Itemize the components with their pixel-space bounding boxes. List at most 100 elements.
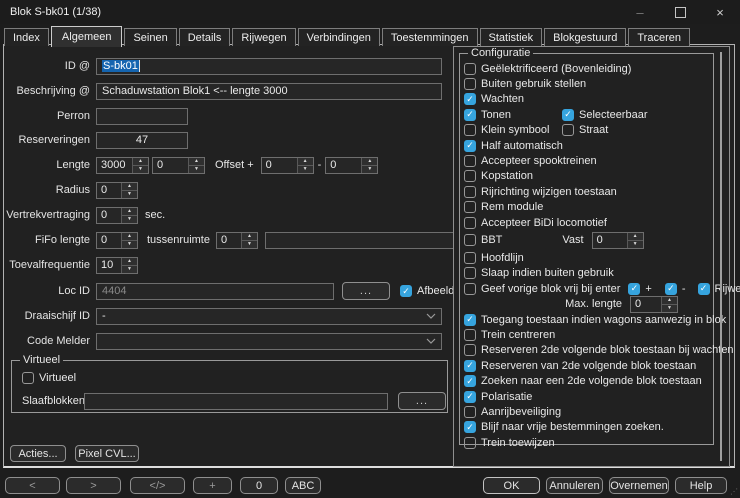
spin-down-icon[interactable] [362, 166, 377, 173]
pixel-cvl-button[interactable]: Pixel CVL... [75, 445, 139, 462]
vast-spinner[interactable]: 0 [592, 232, 644, 249]
tonen-checkbox[interactable] [464, 109, 476, 121]
spin-up-icon[interactable] [122, 183, 137, 191]
enter-minus-checkbox[interactable] [665, 283, 677, 295]
offset-min-spinner[interactable]: 0 [325, 157, 378, 174]
nav-next-button[interactable]: > [66, 477, 121, 494]
spin-up-icon[interactable] [122, 208, 137, 216]
spin-down-icon[interactable] [189, 166, 204, 173]
slaafblokken-browse-button[interactable]: ... [398, 392, 446, 410]
aanrijbeveiliging-checkbox[interactable] [464, 406, 476, 418]
nav-abc-button[interactable]: ABC [285, 477, 321, 494]
bidi-checkbox[interactable] [464, 217, 476, 229]
tab-blokgestuurd[interactable]: Blokgestuurd [544, 28, 626, 46]
spin-up-icon[interactable] [133, 158, 148, 166]
spin-up-icon[interactable] [662, 297, 677, 305]
lengte-spinner[interactable]: 3000 [96, 157, 149, 174]
buiten-gebruik-checkbox[interactable] [464, 78, 476, 90]
spin-up-icon[interactable] [628, 233, 643, 241]
enter-rijweg-checkbox[interactable] [698, 283, 710, 295]
spin-down-icon[interactable] [122, 241, 137, 248]
geef-vorige-blok-checkbox[interactable] [464, 283, 476, 295]
spin-down-icon[interactable] [122, 216, 137, 223]
reserveren-2de-wachten-checkbox[interactable] [464, 344, 476, 356]
tab-verbindingen[interactable]: Verbindingen [298, 28, 380, 46]
lengte2-spinner[interactable]: 0 [152, 157, 205, 174]
selecteerbaar-checkbox[interactable] [562, 109, 574, 121]
ok-button[interactable]: OK [483, 477, 540, 494]
fifo-spinner[interactable]: 0 [96, 232, 138, 249]
spin-down-icon[interactable] [298, 166, 313, 173]
nav-zero-button[interactable]: 0 [240, 477, 278, 494]
spin-down-icon[interactable] [122, 191, 137, 198]
tab-seinen[interactable]: Seinen [124, 28, 176, 46]
nav-prev-button[interactable]: < [5, 477, 60, 494]
spin-down-icon[interactable] [662, 305, 677, 312]
spin-down-icon[interactable] [133, 166, 148, 173]
straat-checkbox[interactable] [562, 124, 574, 136]
acties-button[interactable]: Acties... [10, 445, 66, 462]
tab-details[interactable]: Details [179, 28, 231, 46]
beschrijving-input[interactable]: Schaduwstation Blok1 <-- lengte 3000 [96, 83, 442, 100]
tab-toestemmingen[interactable]: Toestemmingen [382, 28, 478, 46]
overnemen-button[interactable]: Overnemen [609, 477, 669, 494]
offset-plus-spinner[interactable]: 0 [261, 157, 314, 174]
half-automatisch-checkbox[interactable] [464, 140, 476, 152]
blijf-zoeken-checkbox[interactable] [464, 421, 476, 433]
code-melder-select[interactable] [96, 333, 442, 350]
spin-down-icon[interactable] [122, 266, 137, 273]
slaap-checkbox[interactable] [464, 267, 476, 279]
help-button[interactable]: Help [675, 477, 727, 494]
wachten-checkbox[interactable] [464, 93, 476, 105]
hoofdlijn-checkbox[interactable] [464, 252, 476, 264]
perron-input[interactable] [96, 108, 188, 125]
radius-spinner[interactable]: 0 [96, 182, 138, 199]
spin-up-icon[interactable] [242, 233, 257, 241]
annuleren-button[interactable]: Annuleren [546, 477, 603, 494]
toevalfrequentie-spinner[interactable]: 10 [96, 257, 138, 274]
spin-up-icon[interactable] [189, 158, 204, 166]
maximize-button[interactable] [660, 0, 700, 24]
loc-browse-button[interactable]: ... [342, 282, 390, 300]
kopstation-checkbox[interactable] [464, 170, 476, 182]
tab-traceren[interactable]: Traceren [628, 28, 690, 46]
spin-up-icon[interactable] [122, 233, 137, 241]
resize-grip-icon[interactable]: ⋰ [730, 487, 738, 496]
slaafblokken-input[interactable] [84, 393, 388, 410]
rem-module-checkbox[interactable] [464, 201, 476, 213]
zoeken-2de-checkbox[interactable] [464, 375, 476, 387]
afbeelding-checkbox[interactable] [400, 285, 412, 297]
spin-down-icon[interactable] [628, 241, 643, 248]
nav-code-button[interactable]: </> [130, 477, 185, 494]
max-lengte-spinner[interactable]: 0 [630, 296, 678, 313]
reserveringen-input[interactable]: 47 [96, 132, 188, 149]
id-input[interactable]: S-bk01 [96, 58, 442, 75]
scrollbar-thumb[interactable] [720, 52, 722, 461]
titlebar[interactable]: Blok S-bk01 (1/38) – × [0, 0, 740, 24]
tab-rijwegen[interactable]: Rijwegen [232, 28, 295, 46]
virtueel-checkbox[interactable] [22, 372, 34, 384]
reserveren-van-2de-checkbox[interactable] [464, 360, 476, 372]
close-button[interactable]: × [700, 0, 740, 24]
draaischijf-select[interactable]: - [96, 308, 442, 325]
minimize-button[interactable]: – [620, 0, 660, 24]
tab-index[interactable]: Index [4, 28, 49, 46]
bbt-checkbox[interactable] [464, 234, 476, 246]
trein-toewijzen-checkbox[interactable] [464, 437, 476, 449]
spin-up-icon[interactable] [362, 158, 377, 166]
spooktreinen-checkbox[interactable] [464, 155, 476, 167]
fifo-list-input[interactable] [265, 232, 467, 249]
polarisatie-checkbox[interactable] [464, 391, 476, 403]
tab-statistiek[interactable]: Statistiek [480, 28, 543, 46]
rijrichting-checkbox[interactable] [464, 186, 476, 198]
spin-up-icon[interactable] [298, 158, 313, 166]
klein-symbool-checkbox[interactable] [464, 124, 476, 136]
spin-up-icon[interactable] [122, 258, 137, 266]
toegang-wagons-checkbox[interactable] [464, 314, 476, 326]
tab-algemeen[interactable]: Algemeen [51, 26, 123, 47]
spin-down-icon[interactable] [242, 241, 257, 248]
nav-add-button[interactable]: + [193, 477, 232, 494]
enter-plus-checkbox[interactable] [628, 283, 640, 295]
vertrekvertraging-spinner[interactable]: 0 [96, 207, 138, 224]
trein-centreren-checkbox[interactable] [464, 329, 476, 341]
